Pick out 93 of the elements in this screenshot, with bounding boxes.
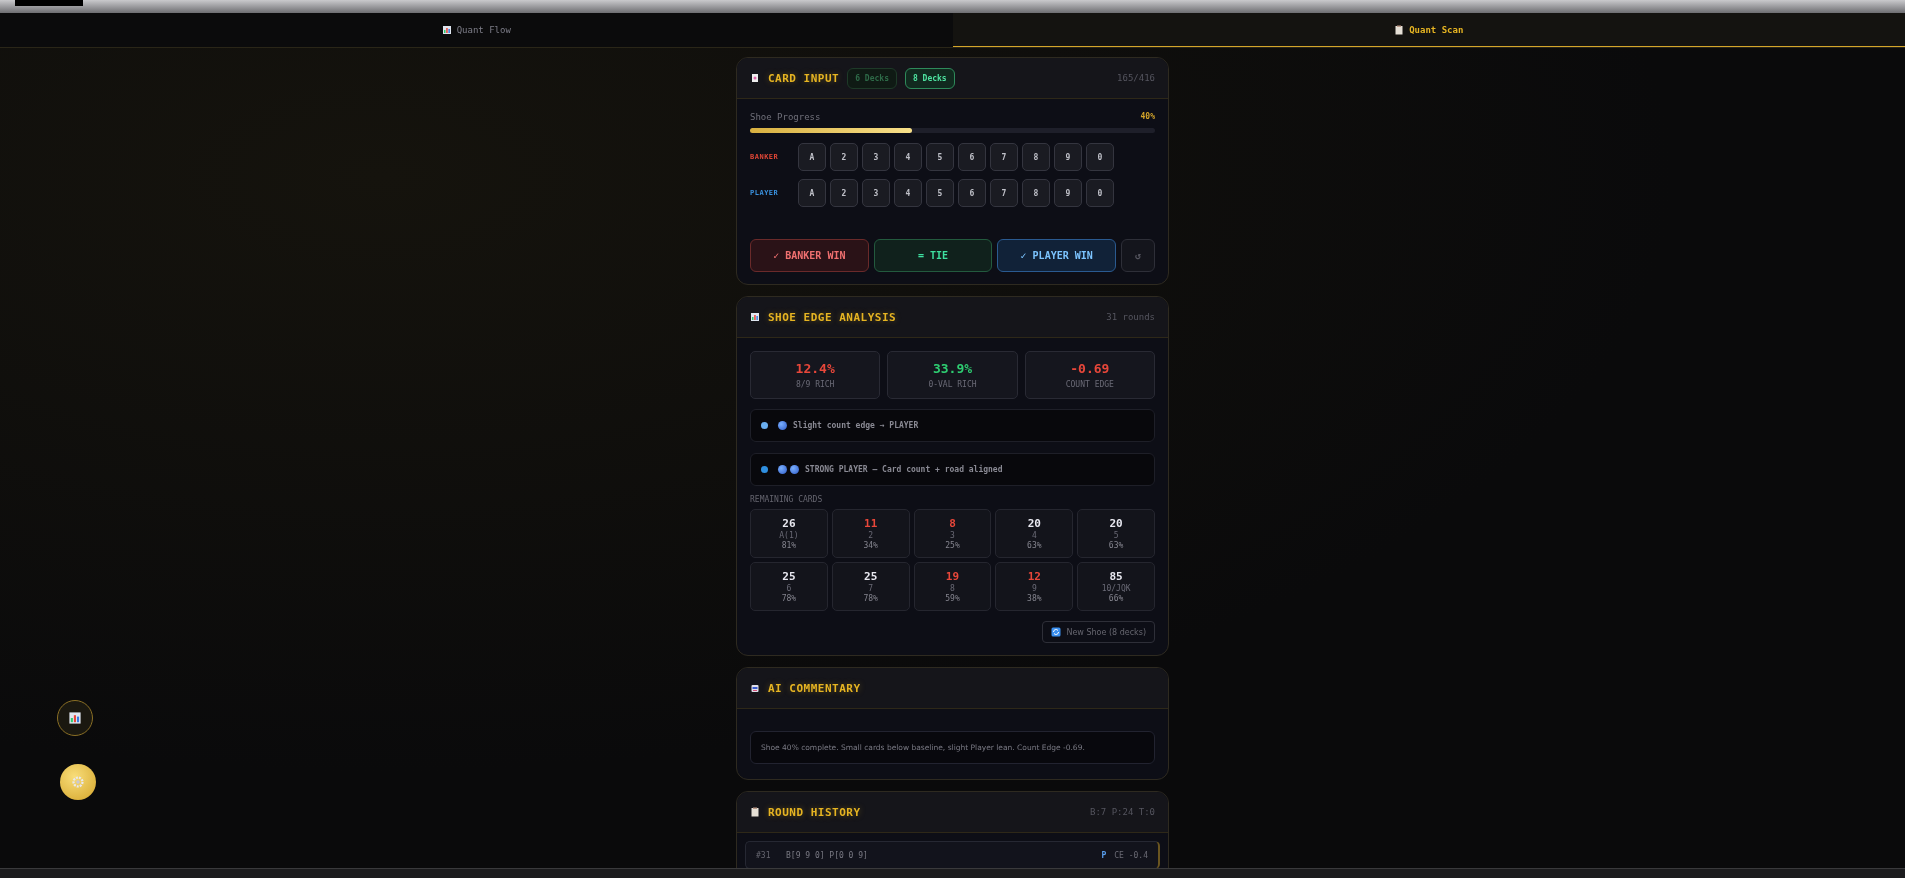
card-rank: 4 (1031, 532, 1037, 540)
card-key[interactable]: 6 (958, 179, 986, 207)
card-rank: 5 (1113, 532, 1119, 540)
stat-value: -0.69 (1070, 361, 1110, 376)
panel-title: ROUND HISTORY (768, 805, 861, 819)
clipboard-icon (750, 807, 760, 817)
card-key[interactable]: 9 (1054, 143, 1082, 171)
card-percent: 78% (781, 595, 797, 603)
tab[interactable]: Quant Flow (0, 13, 953, 47)
card-percent: 63% (1108, 542, 1124, 550)
result-button[interactable]: = TIE (873, 239, 993, 272)
deck-toggle[interactable]: 8 Decks (904, 67, 955, 89)
card-percent: 81% (781, 542, 797, 550)
card-key[interactable]: 8 (1022, 179, 1050, 207)
card-key[interactable]: 2 (830, 179, 858, 207)
card-count: 20 (1109, 517, 1123, 530)
settings-button[interactable] (60, 764, 96, 800)
card-count: 20 (1027, 517, 1041, 530)
round-count: 31 rounds (1106, 312, 1155, 322)
panel-title: SHOE EDGE ANALYSIS (768, 310, 897, 324)
card-icon (750, 73, 760, 83)
signal-text: STRONG PLAYER — Card count + road aligned (805, 465, 1003, 474)
round-hands: B[9 9 0] P[0 0 9] (786, 850, 868, 860)
card-percent: 34% (863, 542, 878, 550)
card-count: 165/416 (1117, 73, 1155, 83)
round-winner: P (1101, 850, 1107, 860)
card-count: 85 (1109, 570, 1123, 583)
round-edge: CE -0.4 (1114, 850, 1148, 860)
robot-icon (750, 683, 760, 693)
card-count: 11 (864, 517, 878, 530)
stat-label: 0-VAL RICH (928, 380, 977, 389)
stat-label: COUNT EDGE (1065, 380, 1114, 389)
card-key[interactable]: 3 (862, 179, 890, 207)
new-shoe-button[interactable]: New Shoe (8 decks) (1042, 621, 1155, 643)
bar-chart-icon (750, 312, 760, 322)
orb-icon (778, 421, 787, 430)
panel-title: CARD INPUT (768, 71, 840, 85)
signal-text: Slight count edge → PLAYER (793, 421, 919, 430)
round-number: #31 (756, 850, 772, 860)
card-key[interactable]: 5 (926, 179, 954, 207)
card-key[interactable]: 9 (1054, 179, 1082, 207)
stat-value: 12.4% (795, 361, 835, 376)
card-key[interactable]: 7 (990, 179, 1018, 207)
card-percent: 78% (863, 595, 878, 603)
progress-label: Shoe Progress (750, 112, 821, 122)
card-key[interactable]: A (798, 179, 826, 207)
card-percent: 25% (945, 542, 960, 550)
card-key[interactable]: 4 (894, 143, 922, 171)
card-count: 19 (945, 570, 960, 583)
card-rank: 6 (786, 585, 792, 593)
card-percent: 38% (1027, 595, 1042, 603)
card-rank: A(1) (779, 532, 799, 540)
result-button[interactable]: ✓ BANKER WIN (750, 239, 869, 272)
bar-chart-icon (441, 25, 452, 35)
card-rank: 7 (868, 585, 874, 593)
history-summary: B:7 P:24 T:0 (1089, 807, 1155, 817)
bar-chart-icon (68, 711, 82, 725)
card-percent: 59% (945, 595, 960, 603)
card-rank: 8 (950, 585, 955, 593)
card-count: 26 (782, 517, 796, 530)
card-key[interactable]: 3 (862, 143, 890, 171)
card-rank: 9 (1031, 585, 1037, 593)
clipboard-icon (1394, 24, 1405, 35)
stat-value: 33.9% (932, 361, 973, 376)
panel-title: AI COMMENTARY (768, 681, 861, 695)
card-count: 25 (864, 570, 878, 583)
card-rank: 10/JQK (1101, 585, 1131, 593)
card-rank: 3 (950, 532, 955, 540)
card-count: 25 (782, 570, 796, 583)
card-key[interactable]: 0 (1086, 143, 1114, 171)
card-percent: 63% (1027, 542, 1042, 550)
chart-button[interactable] (57, 700, 93, 736)
card-key[interactable]: 8 (1022, 143, 1050, 171)
card-count: 8 (949, 517, 956, 530)
card-count: 12 (1027, 570, 1041, 583)
card-key[interactable]: 4 (894, 179, 922, 207)
card-percent: 66% (1108, 595, 1124, 603)
progress-reading: 40% (1140, 112, 1155, 122)
history-row[interactable]: #31 B[9 9 0] P[0 0 9] P CE -0.4 (745, 841, 1160, 869)
card-key[interactable]: 6 (958, 143, 986, 171)
card-key[interactable]: 2 (830, 143, 858, 171)
tab[interactable]: Quant Scan (952, 13, 1905, 47)
card-key[interactable]: 7 (990, 143, 1018, 171)
card-rank: 2 (868, 532, 874, 540)
gear-icon (71, 775, 85, 789)
result-button[interactable]: ✓ PLAYER WIN (997, 239, 1116, 272)
card-key[interactable]: A (798, 143, 826, 171)
stat-label: 8/9 RICH (795, 380, 835, 389)
refresh-icon (1051, 627, 1062, 637)
card-key[interactable]: 0 (1086, 179, 1114, 207)
section-label: REMAINING CARDS (750, 495, 824, 504)
card-key[interactable]: 5 (926, 143, 954, 171)
title-bar-block (15, 0, 83, 6)
